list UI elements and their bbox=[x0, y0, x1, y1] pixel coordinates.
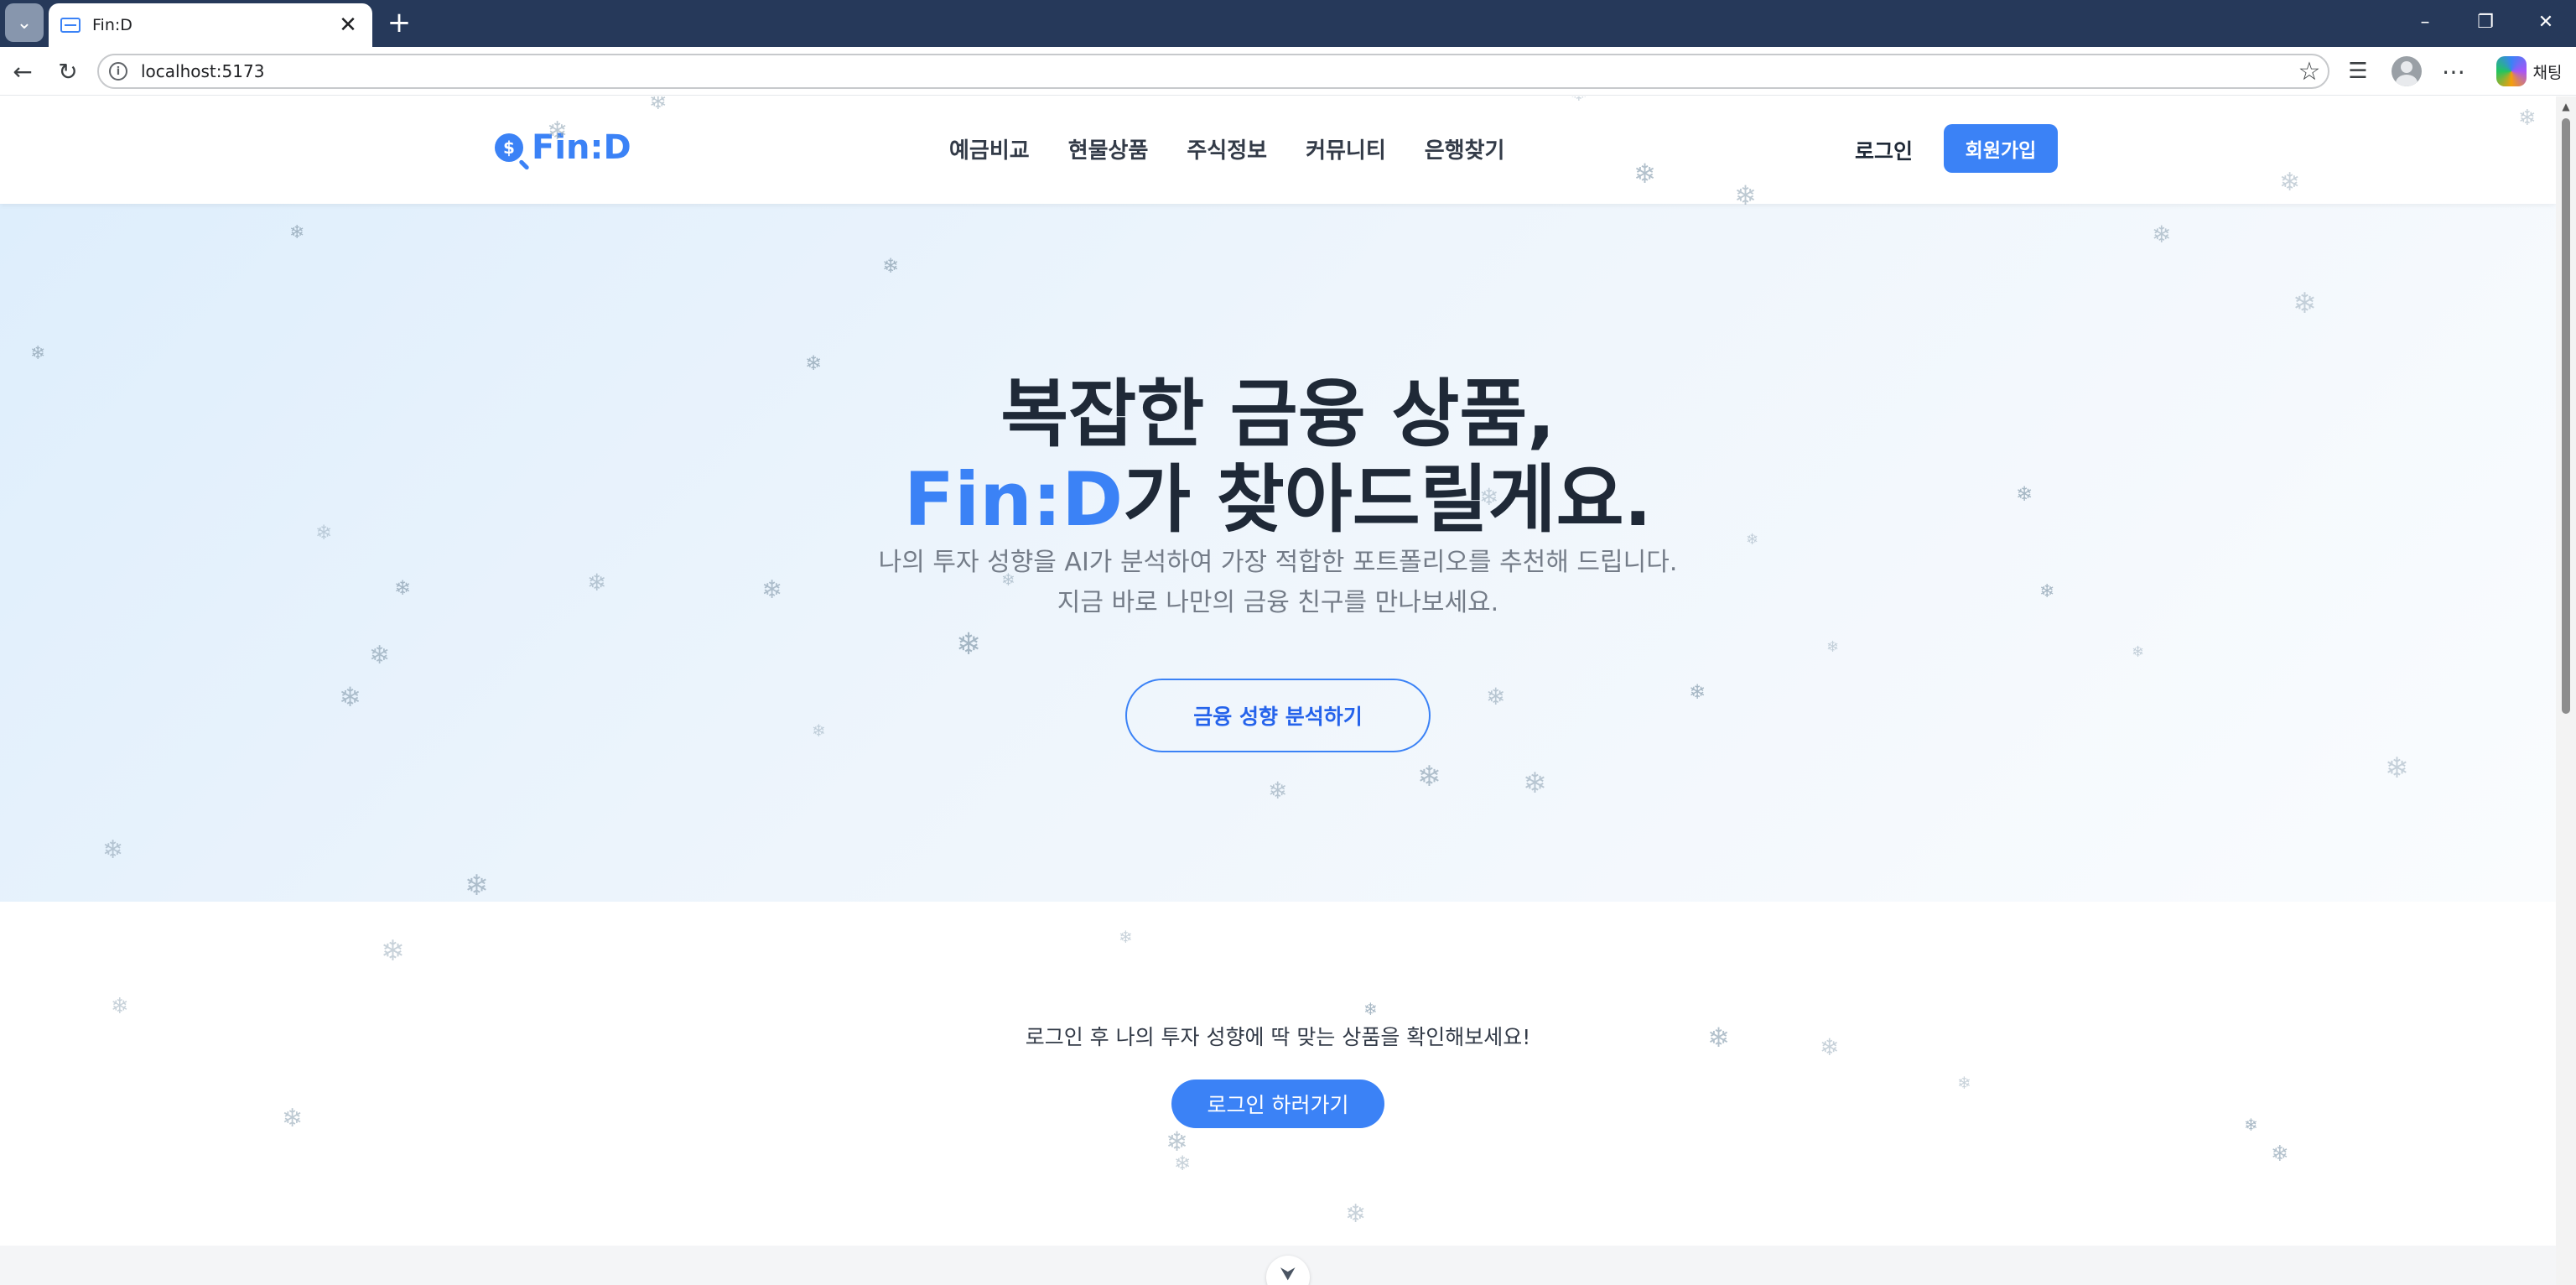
copilot-icon bbox=[2496, 56, 2527, 86]
snowflake-icon: ❄ bbox=[111, 994, 129, 1019]
snowflake-icon: ❄ bbox=[2271, 1142, 2289, 1167]
favicon-icon bbox=[60, 18, 80, 33]
snowflake-icon: ❄ bbox=[381, 934, 405, 968]
chevron-down-icon: ⌄ bbox=[16, 12, 33, 34]
snowflake-icon: ❄ bbox=[1957, 1073, 1971, 1093]
favorite-button[interactable]: ☆ bbox=[2293, 54, 2326, 89]
favorites-button[interactable]: ☰ bbox=[2341, 54, 2375, 89]
hero-brand-text: Fin:D bbox=[904, 456, 1124, 543]
login-link[interactable]: 로그인 bbox=[1855, 135, 1913, 165]
signup-button[interactable]: 회원가입 bbox=[1944, 124, 2058, 173]
scroll-up-icon[interactable]: ▲ bbox=[2556, 98, 2576, 115]
browser-tab-active[interactable]: Fin:D ✕ bbox=[49, 3, 372, 47]
login-prompt-text: 로그인 후 나의 투자 성향에 딱 맞는 상품을 확인해보세요! bbox=[1025, 1025, 1531, 1049]
more-button[interactable]: ⋯ bbox=[2437, 54, 2470, 89]
copilot-button[interactable]: 채팅 bbox=[2487, 54, 2571, 89]
tab-list-button[interactable]: ⌄ bbox=[5, 3, 44, 42]
main-nav: 예금비교 현물상품 주식정보 커뮤니티 은행찾기 bbox=[949, 133, 1504, 164]
more-icon: ⋯ bbox=[2442, 57, 2465, 86]
chevron-down-icon: ⮟ bbox=[1280, 1264, 1296, 1285]
new-tab-button[interactable]: + bbox=[382, 3, 416, 42]
hero-subtitle-line2: 지금 바로 나만의 금융 친구를 만나보세요. bbox=[1057, 588, 1499, 617]
snowflake-icon: ❄ bbox=[1174, 1152, 1192, 1175]
nav-spot-products[interactable]: 현물상품 bbox=[1068, 133, 1149, 164]
arrow-left-icon: ← bbox=[13, 57, 33, 86]
snowflake-icon: ❄ bbox=[1345, 1199, 1367, 1229]
info-icon[interactable]: i bbox=[109, 62, 127, 81]
window-close-button[interactable]: ✕ bbox=[2516, 0, 2576, 44]
snowflake-icon: ❄ bbox=[1119, 927, 1133, 947]
reload-button[interactable]: ↻ bbox=[50, 54, 86, 89]
page-viewport: $ Fin:D 예금비교 현물상품 주식정보 커뮤니티 은행찾기 로그인 회원가… bbox=[0, 96, 2556, 1285]
tab-title: Fin:D bbox=[92, 16, 132, 34]
hero-title-line2-rest: 가 찾아드릴게요. bbox=[1123, 456, 1652, 543]
window-controls: – ❐ ✕ bbox=[2395, 0, 2576, 44]
nav-stock-info[interactable]: 주식정보 bbox=[1187, 133, 1267, 164]
scrollbar-thumb[interactable] bbox=[2562, 118, 2570, 714]
go-login-button[interactable]: 로그인 하러가기 bbox=[1171, 1080, 1384, 1128]
nav-deposit-compare[interactable]: 예금비교 bbox=[949, 133, 1030, 164]
star-icon: ☆ bbox=[2298, 56, 2321, 86]
snowflake-icon: ❄ bbox=[282, 1104, 304, 1133]
browser-titlebar: ⌄ Fin:D ✕ + – ❐ ✕ bbox=[0, 0, 2576, 47]
address-bar[interactable]: i localhost:5173 bbox=[97, 54, 2329, 89]
logo[interactable]: $ Fin:D bbox=[495, 128, 631, 167]
hero-title-line2: Fin:D가 찾아드릴게요. bbox=[0, 440, 2556, 547]
logo-text: Fin:D bbox=[532, 128, 631, 167]
browser-toolbar: ← ↻ i localhost:5173 ☆ ☰ ⋯ 채팅 bbox=[0, 47, 2576, 96]
close-icon[interactable]: ✕ bbox=[335, 13, 361, 38]
page-scrollbar[interactable]: ▲ bbox=[2556, 96, 2576, 1285]
site-header: $ Fin:D 예금비교 현물상품 주식정보 커뮤니티 은행찾기 로그인 회원가… bbox=[0, 96, 2556, 204]
plus-icon: + bbox=[387, 6, 412, 39]
hero-subtitle-line1: 나의 투자 성향을 AI가 분석하여 가장 적합한 포트폴리오를 추천해 드립니… bbox=[878, 548, 1678, 577]
profile-button[interactable] bbox=[2390, 54, 2423, 89]
nav-community[interactable]: 커뮤니티 bbox=[1306, 133, 1386, 164]
snowflake-icon: ❄ bbox=[1363, 999, 1378, 1019]
snowflake-icon: ❄ bbox=[2244, 1115, 2258, 1135]
search-dollar-icon: $ bbox=[495, 133, 523, 162]
address-text[interactable]: localhost:5173 bbox=[141, 61, 264, 81]
snowflake-icon: ❄ bbox=[1166, 1126, 1188, 1158]
minimize-button[interactable]: – bbox=[2395, 0, 2455, 44]
hero-section: 복잡한 금융 상품, Fin:D가 찾아드릴게요. 나의 투자 성향을 AI가 … bbox=[0, 204, 2556, 902]
avatar-icon bbox=[2392, 56, 2422, 86]
restore-button[interactable]: ❐ bbox=[2455, 0, 2516, 44]
analyze-tendency-button[interactable]: 금융 성향 분석하기 bbox=[1125, 679, 1431, 752]
nav-bank-finder[interactable]: 은행찾기 bbox=[1425, 133, 1505, 164]
chat-label: 채팅 bbox=[2532, 63, 2563, 82]
favorites-list-icon: ☰ bbox=[2348, 59, 2368, 84]
reload-icon: ↻ bbox=[58, 57, 78, 86]
back-button[interactable]: ← bbox=[5, 54, 40, 89]
